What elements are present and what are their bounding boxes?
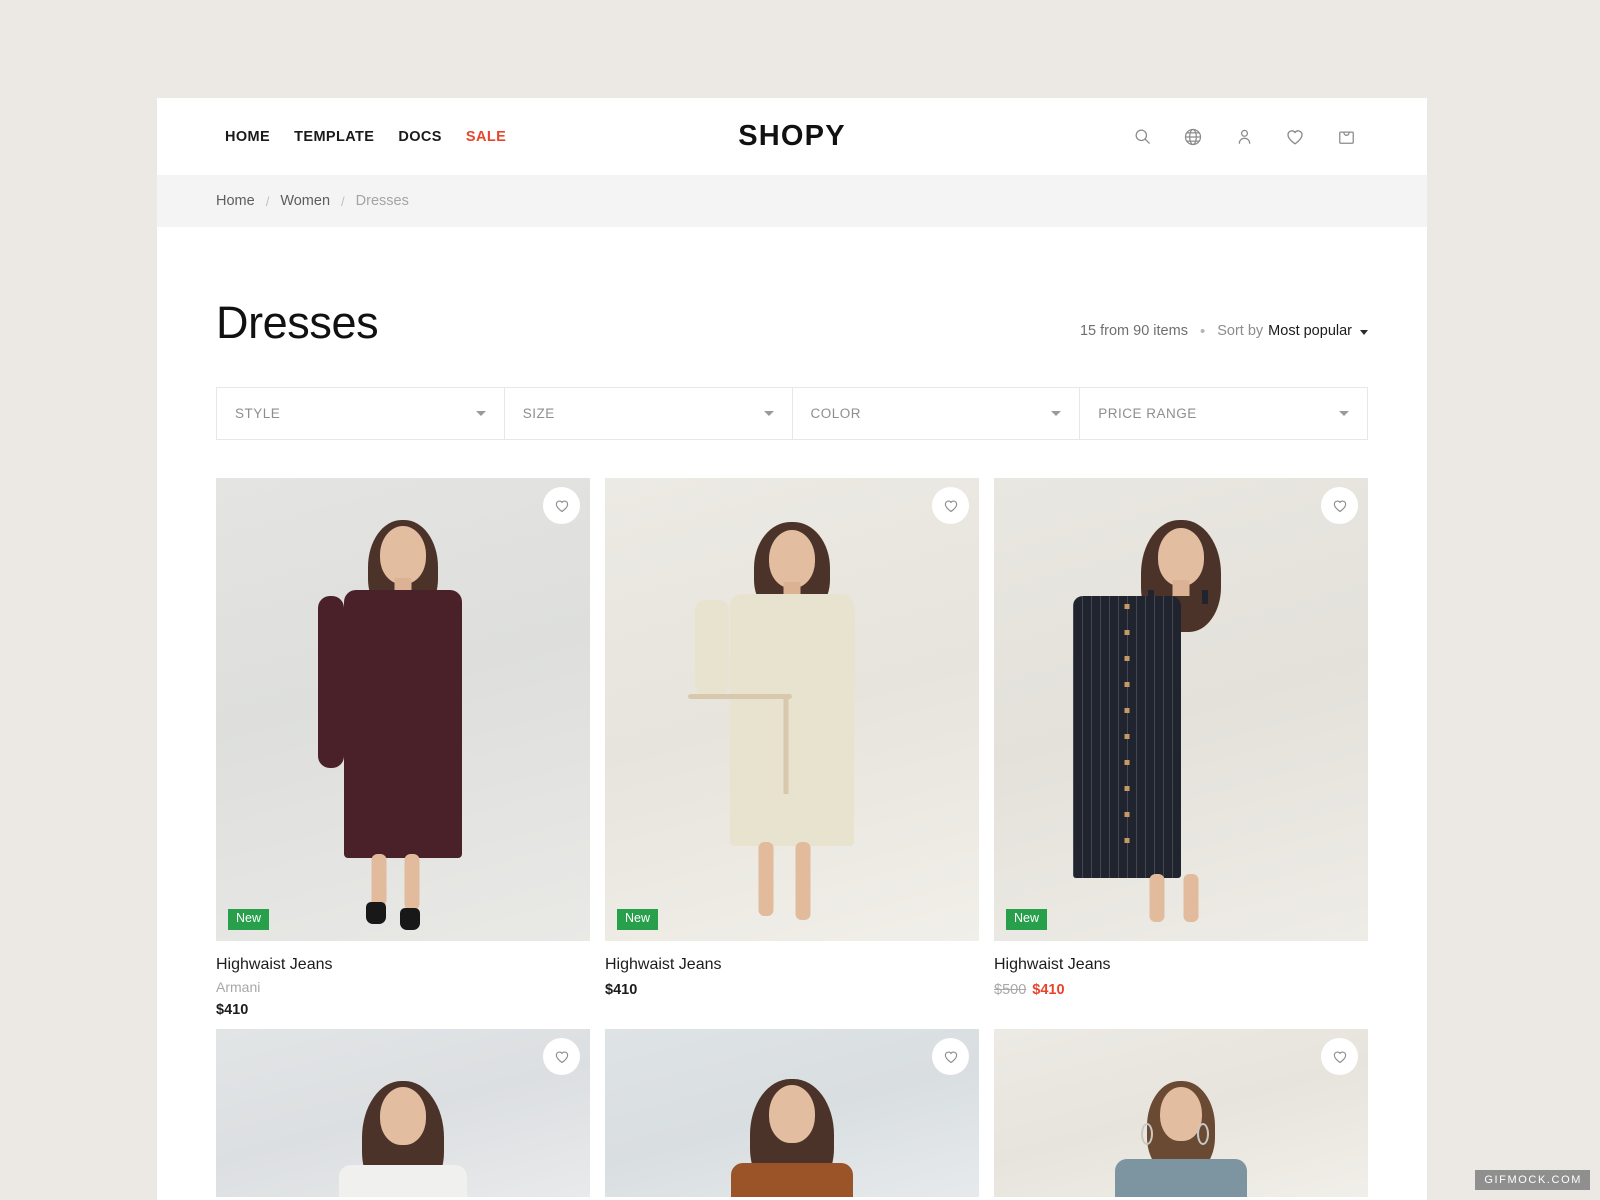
product-price-row: $500 $410 xyxy=(994,982,1368,998)
separator-dot: • xyxy=(1199,322,1206,340)
nav-link-docs[interactable]: DOCS xyxy=(398,129,442,145)
chevron-down-icon xyxy=(475,411,486,416)
primary-nav: HOME TEMPLATE DOCS SALE xyxy=(225,129,506,145)
product-image[interactable]: New xyxy=(994,478,1368,941)
wishlist-button[interactable] xyxy=(932,1038,969,1075)
product-brand: Armani xyxy=(216,979,261,995)
sort-by-value[interactable]: Most popular xyxy=(1268,323,1352,339)
product-info: Highwaist Jeans Armani $410 xyxy=(216,941,590,1018)
product-info: Highwaist Jeans $500 $410 xyxy=(994,941,1368,998)
heart-icon[interactable] xyxy=(1282,124,1308,150)
category-header: Dresses 15 from 90 items • Sort by Most … xyxy=(157,300,1427,345)
product-card[interactable] xyxy=(216,1029,590,1197)
product-card[interactable]: New Highwaist Jeans $500 $410 xyxy=(994,478,1368,1018)
product-image[interactable]: New xyxy=(216,478,590,941)
watermark: GIFMOCK.COM xyxy=(1475,1170,1590,1190)
sort-by-label: Sort by xyxy=(1217,323,1264,339)
top-navigation-bar: HOME TEMPLATE DOCS SALE SHOPY xyxy=(157,98,1427,175)
page-container: HOME TEMPLATE DOCS SALE SHOPY Home / Wom… xyxy=(157,98,1427,1200)
breadcrumb-separator: / xyxy=(341,193,345,209)
product-card[interactable] xyxy=(994,1029,1368,1197)
product-photo-cream-dress xyxy=(605,478,979,941)
product-name[interactable]: Highwaist Jeans xyxy=(605,955,979,975)
product-photo-maroon-dress xyxy=(216,478,590,941)
wishlist-button[interactable] xyxy=(1321,487,1358,524)
wishlist-button[interactable] xyxy=(932,487,969,524)
product-info: Highwaist Jeans $410 xyxy=(605,941,979,998)
utility-nav xyxy=(1129,124,1359,150)
item-count-label: 15 from 90 items xyxy=(1079,323,1188,339)
wishlist-button[interactable] xyxy=(1321,1038,1358,1075)
chevron-down-icon xyxy=(763,411,774,416)
nav-link-template[interactable]: TEMPLATE xyxy=(294,129,374,145)
filter-price-range-label: PRICE RANGE xyxy=(1098,406,1197,421)
user-icon[interactable] xyxy=(1231,124,1257,150)
product-image[interactable]: New xyxy=(605,478,979,941)
product-photo-white-shirt xyxy=(216,1029,590,1197)
product-card[interactable]: New Highwaist Jeans $410 xyxy=(605,478,979,1018)
filter-color-label: COLOR xyxy=(810,406,862,421)
breadcrumb-item-dresses: Dresses xyxy=(355,193,409,209)
filter-color[interactable]: COLOR xyxy=(793,388,1081,439)
sort-controls: 15 from 90 items • Sort by Most popular xyxy=(1080,323,1368,345)
product-image[interactable] xyxy=(216,1029,590,1197)
product-name[interactable]: Highwaist Jeans xyxy=(994,955,1368,975)
filter-bar: STYLE SIZE COLOR PRICE RANGE xyxy=(216,387,1368,440)
product-grid: New Highwaist Jeans Armani $410 New High… xyxy=(216,478,1368,1197)
product-photo-bluegrey-sweater xyxy=(994,1029,1368,1197)
product-name[interactable]: Highwaist Jeans xyxy=(216,955,590,975)
breadcrumb: Home / Women / Dresses xyxy=(157,175,1427,227)
product-price: $410 xyxy=(605,982,638,998)
chevron-down-icon xyxy=(1339,411,1349,416)
filter-style[interactable]: STYLE xyxy=(217,388,505,439)
product-image[interactable] xyxy=(605,1029,979,1197)
product-card[interactable] xyxy=(605,1029,979,1197)
filter-price-range[interactable]: PRICE RANGE xyxy=(1080,388,1367,439)
product-photo-navy-striped-dress xyxy=(994,478,1368,941)
new-badge: New xyxy=(617,909,659,930)
product-sale-price: $410 xyxy=(1032,982,1065,998)
product-old-price: $500 xyxy=(994,982,1027,998)
breadcrumb-item-women[interactable]: Women xyxy=(280,193,330,209)
wishlist-button[interactable] xyxy=(543,487,580,524)
nav-link-sale[interactable]: SALE xyxy=(466,129,506,145)
filter-style-label: STYLE xyxy=(235,406,281,421)
filter-size[interactable]: SIZE xyxy=(505,388,793,439)
page-title: Dresses xyxy=(216,297,379,348)
globe-icon[interactable] xyxy=(1180,124,1206,150)
new-badge: New xyxy=(1006,909,1048,930)
chevron-down-icon xyxy=(1051,411,1062,416)
filter-size-label: SIZE xyxy=(522,406,555,421)
product-photo-rust-top xyxy=(605,1029,979,1197)
bag-icon[interactable] xyxy=(1333,124,1359,150)
search-icon[interactable] xyxy=(1129,124,1155,150)
wishlist-button[interactable] xyxy=(543,1038,580,1075)
breadcrumb-item-home[interactable]: Home xyxy=(216,193,255,209)
product-image[interactable] xyxy=(994,1029,1368,1197)
nav-link-home[interactable]: HOME xyxy=(225,129,270,145)
chevron-down-icon[interactable] xyxy=(1360,330,1368,335)
product-price: $410 xyxy=(216,1002,249,1018)
new-badge: New xyxy=(228,909,270,930)
product-card[interactable]: New Highwaist Jeans Armani $410 xyxy=(216,478,590,1018)
breadcrumb-separator: / xyxy=(265,193,270,209)
